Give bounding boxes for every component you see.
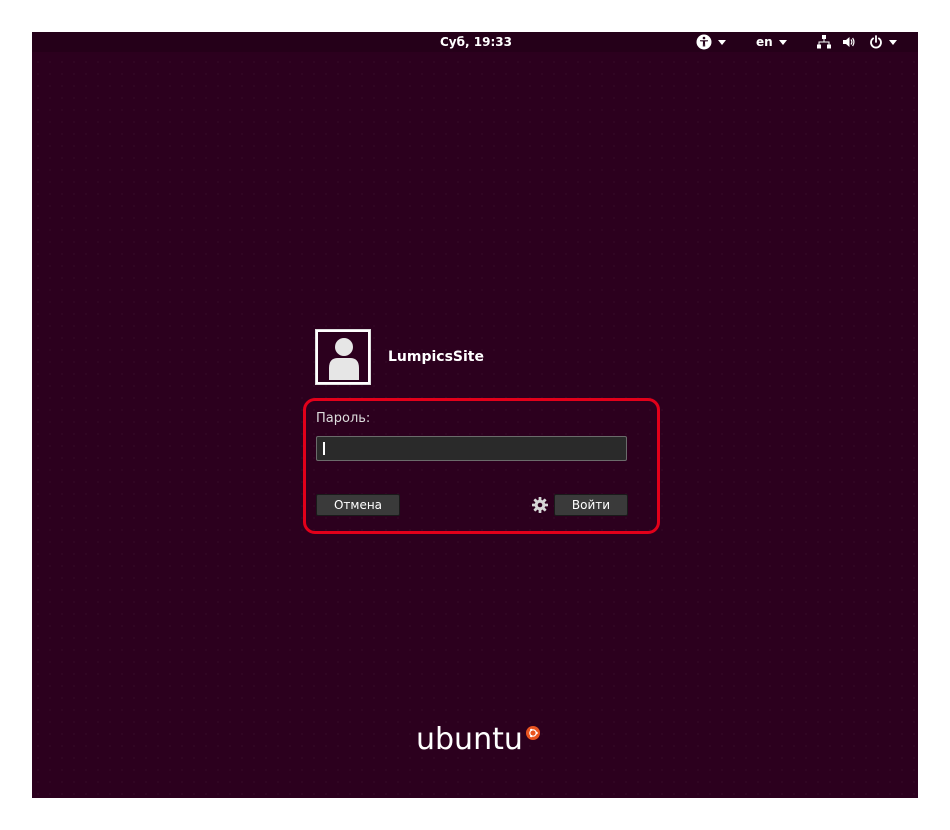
gear-icon[interactable]: [531, 496, 549, 514]
password-label: Пароль:: [316, 411, 371, 426]
chevron-down-icon: [778, 39, 787, 45]
username-label: LumpicsSite: [388, 349, 484, 365]
chevron-down-icon: [718, 39, 726, 45]
language-menu[interactable]: en: [756, 34, 787, 50]
power-icon: [870, 35, 882, 49]
user-entry[interactable]: LumpicsSite: [315, 328, 484, 386]
text-cursor: [323, 442, 325, 455]
language-label: en: [756, 35, 773, 49]
power-menu[interactable]: [869, 34, 897, 50]
login-button[interactable]: Войти: [554, 494, 628, 516]
chevron-down-icon: [889, 39, 897, 45]
avatar: [315, 329, 371, 385]
login-screen: Суб, 19:33 en LumpicsSite Пароль: Отмена…: [32, 32, 918, 798]
user-silhouette-icon: [329, 338, 359, 380]
network-indicator[interactable]: [817, 34, 831, 50]
accessibility-icon: [696, 34, 712, 50]
circle-of-friends-icon: [525, 726, 540, 740]
cancel-button[interactable]: Отмена: [316, 494, 400, 516]
accessibility-menu[interactable]: [696, 34, 726, 50]
network-icon: [817, 35, 831, 49]
password-field[interactable]: [316, 436, 627, 461]
top-bar: Суб, 19:33 en: [32, 32, 918, 52]
volume-indicator[interactable]: [842, 34, 856, 50]
volume-icon: [843, 37, 855, 47]
clock[interactable]: Суб, 19:33: [440, 34, 512, 50]
logo-text: ubuntu: [416, 722, 523, 757]
ubuntu-logo: ubuntu: [416, 722, 540, 757]
